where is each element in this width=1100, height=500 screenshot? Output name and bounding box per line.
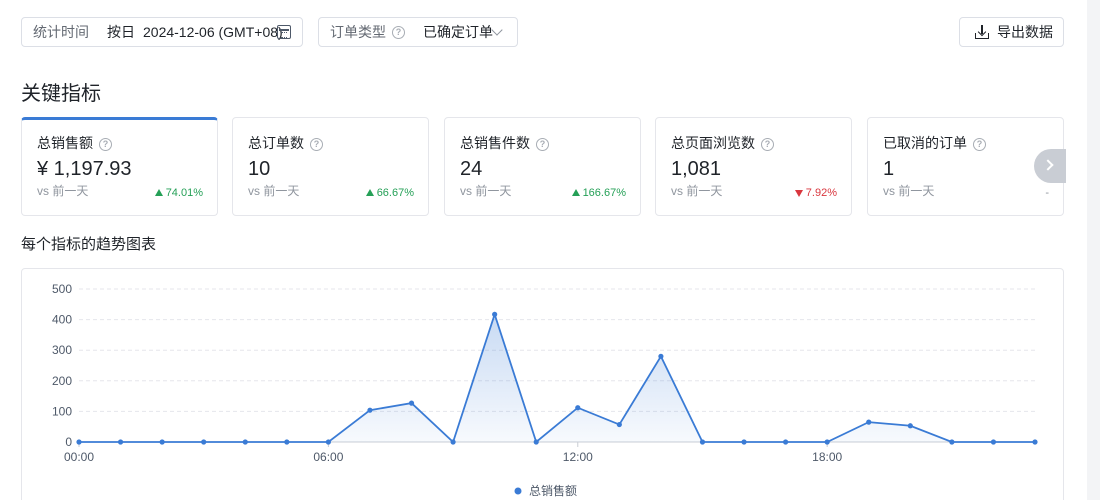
y-tick-label: 500 xyxy=(52,282,72,296)
data-point xyxy=(990,439,997,445)
data-point xyxy=(949,439,955,445)
arrow-up-icon xyxy=(571,189,580,196)
metric-compare-label: vs 前一天 xyxy=(37,184,89,198)
legend-marker xyxy=(514,487,522,495)
data-point xyxy=(117,439,124,445)
metric-delta: 66.67% xyxy=(365,187,414,199)
help-icon[interactable]: ? xyxy=(536,138,549,151)
metric-value: ¥ 1,197.93 xyxy=(37,158,132,180)
export-button-label: 导出数据 xyxy=(997,24,1053,40)
data-point xyxy=(699,439,706,445)
trend-chart-title: 每个指标的趋势图表 xyxy=(21,236,157,253)
metric-name: 总销售额? xyxy=(37,133,217,153)
data-point xyxy=(450,439,456,445)
key-metrics-title: 关键指标 xyxy=(21,83,101,105)
metric-delta: - xyxy=(1045,187,1049,199)
arrow-down-icon xyxy=(794,190,803,197)
metric-name: 总页面浏览数? xyxy=(671,133,851,153)
y-tick-label: 100 xyxy=(52,404,72,418)
download-icon xyxy=(975,25,989,39)
legend-label: 总销售额 xyxy=(529,483,577,498)
data-point xyxy=(201,439,207,445)
data-point xyxy=(824,439,830,445)
data-point xyxy=(284,439,290,445)
metric-delta: 166.67% xyxy=(571,187,626,199)
metric-delta: 74.01% xyxy=(154,187,203,199)
arrow-up-icon xyxy=(365,189,374,196)
calendar-icon[interactable] xyxy=(277,25,291,39)
data-point xyxy=(533,439,539,445)
x-tick-label: 06:00 xyxy=(313,450,343,464)
data-point xyxy=(866,419,872,425)
main-panel: 统计时间 按日 2024-12-06 (GMT+08) 订单类型 ? 已确定订单… xyxy=(0,0,1087,500)
date-filter[interactable]: 统计时间 按日 2024-12-06 (GMT+08) xyxy=(21,17,303,47)
help-icon[interactable]: ? xyxy=(973,138,986,151)
date-filter-mode: 按日 xyxy=(107,24,135,40)
data-point xyxy=(783,439,789,445)
order-type-value: 已确定订单 xyxy=(423,24,493,40)
x-tick-label: 18:00 xyxy=(812,450,842,464)
metric-name: 总销售件数? xyxy=(460,133,640,153)
help-icon[interactable]: ? xyxy=(99,138,112,151)
trend-chart-container: 0 100 200 300 400 500 00:00 06:00 12:00 18:00 总销售额 xyxy=(21,268,1064,500)
metric-value: 10 xyxy=(248,158,271,180)
metric-card-page-views[interactable]: 总页面浏览数? 1,081 vs 前一天 7.92% xyxy=(655,117,852,216)
chevron-right-icon xyxy=(1042,159,1054,171)
order-type-filter[interactable]: 订单类型 ? 已确定订单 xyxy=(318,17,518,47)
help-icon[interactable]: ? xyxy=(392,25,405,39)
data-point xyxy=(907,423,913,429)
y-tick-label: 200 xyxy=(52,374,72,388)
data-point xyxy=(242,439,248,445)
metric-name: 总订单数? xyxy=(248,133,428,153)
y-tick-label: 400 xyxy=(52,313,72,327)
metric-compare-label: vs 前一天 xyxy=(248,184,300,198)
export-button[interactable]: 导出数据 xyxy=(959,17,1064,47)
y-tick-label: 0 xyxy=(65,435,72,449)
data-point xyxy=(76,439,82,445)
data-point xyxy=(159,439,165,445)
help-icon[interactable]: ? xyxy=(761,138,774,151)
data-point xyxy=(741,439,747,445)
metric-compare-label: vs 前一天 xyxy=(883,184,935,198)
date-filter-label: 统计时间 xyxy=(33,24,89,40)
order-type-label: 订单类型 xyxy=(330,24,386,40)
x-tick-label: 00:00 xyxy=(64,450,94,464)
data-point xyxy=(658,353,664,359)
metric-card-total-orders[interactable]: 总订单数? 10 vs 前一天 66.67% xyxy=(232,117,429,216)
scroll-gutter xyxy=(1087,0,1100,500)
metric-value: 1,081 xyxy=(671,158,722,180)
metric-name: 已取消的订单? xyxy=(883,133,1063,153)
trend-chart: 0 100 200 300 400 500 00:00 06:00 12:00 18:00 总销售额 xyxy=(52,282,1038,498)
help-icon[interactable]: ? xyxy=(310,138,323,151)
chevron-down-icon xyxy=(491,24,503,36)
metric-value: 24 xyxy=(460,158,483,180)
data-point xyxy=(575,405,581,411)
series-line xyxy=(79,311,1035,444)
metric-compare-label: vs 前一天 xyxy=(671,184,723,198)
arrow-up-icon xyxy=(154,189,163,196)
data-point xyxy=(367,407,373,413)
data-point xyxy=(1032,439,1038,445)
data-point xyxy=(408,400,415,406)
data-point xyxy=(325,439,331,445)
y-tick-label: 300 xyxy=(52,343,72,357)
x-tick-label: 12:00 xyxy=(563,450,593,464)
data-point xyxy=(492,311,498,317)
data-point xyxy=(616,421,622,428)
date-filter-value: 2024-12-06 (GMT+08) xyxy=(143,24,283,40)
metric-card-total-items[interactable]: 总销售件数? 24 vs 前一天 166.67% xyxy=(444,117,641,216)
metric-card-total-sales[interactable]: 总销售额? ¥ 1,197.93 vs 前一天 74.01% xyxy=(21,117,218,216)
series-area xyxy=(79,314,1035,442)
metric-compare-label: vs 前一天 xyxy=(460,184,512,198)
carousel-next-button[interactable] xyxy=(1034,149,1066,183)
metric-delta: 7.92% xyxy=(794,187,837,199)
